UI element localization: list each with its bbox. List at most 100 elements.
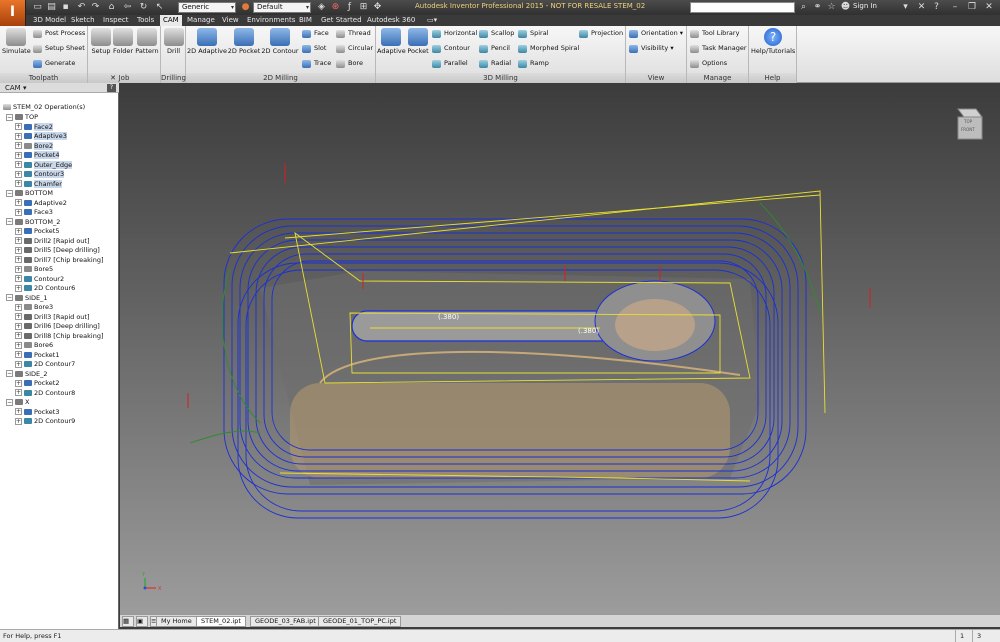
- tree-operation-item[interactable]: + Pocket5: [15, 227, 59, 236]
- appearance-combo[interactable]: Generic ▾: [178, 2, 236, 13]
- doc-tab-my-home[interactable]: My Home: [156, 616, 197, 627]
- zoom-icon[interactable]: ⊛: [330, 2, 341, 13]
- tree-operation-item[interactable]: + Contour3: [15, 170, 65, 179]
- expand-icon[interactable]: +: [15, 246, 22, 254]
- help-icon[interactable]: ?: [931, 2, 942, 13]
- measure-icon[interactable]: ◈: [316, 2, 327, 13]
- tile-icon[interactable]: ▦: [122, 616, 134, 627]
- tab-tools[interactable]: Tools: [134, 15, 157, 26]
- tab-get-started[interactable]: Get Started: [318, 15, 365, 26]
- tree-operation-item[interactable]: + Drill3 [Rapid out]: [15, 313, 90, 322]
- tab-autodesk-360[interactable]: Autodesk 360: [364, 15, 418, 26]
- doc-tab-stem-02[interactable]: STEM_02.ipt: [196, 616, 246, 627]
- contour-button[interactable]: Contour: [432, 43, 470, 54]
- update-icon[interactable]: ↻: [138, 2, 149, 13]
- tree-operation-item[interactable]: +2D Contour6: [15, 284, 75, 293]
- drill-button[interactable]: Drill: [163, 28, 184, 55]
- projection-button[interactable]: Projection: [579, 28, 623, 39]
- return-icon[interactable]: ⇦: [122, 2, 133, 13]
- parallel-button[interactable]: Parallel: [432, 58, 468, 69]
- expand-icon[interactable]: +: [15, 303, 22, 311]
- exchange-icon[interactable]: ✕: [916, 2, 927, 13]
- favorite-icon[interactable]: ☆: [826, 2, 837, 13]
- search-icon[interactable]: ⌕: [798, 2, 809, 13]
- pencil-button[interactable]: Pencil: [479, 43, 510, 54]
- visibility-button[interactable]: Visibility ▾: [629, 43, 674, 54]
- collapse-icon[interactable]: −: [6, 218, 13, 225]
- sign-in-link[interactable]: Sign In: [853, 2, 877, 10]
- browser-header[interactable]: CAM ▾?: [0, 83, 119, 93]
- select-icon[interactable]: ↖: [154, 2, 165, 13]
- tree-operation-item[interactable]: +2D Contour8: [15, 389, 75, 398]
- close-icon[interactable]: ✕: [110, 74, 116, 82]
- tab-cam[interactable]: CAM: [160, 15, 182, 26]
- bore-button[interactable]: Bore: [336, 58, 363, 69]
- 2d-contour-button[interactable]: 2D Contour: [261, 28, 299, 55]
- orbit-icon[interactable]: ✥: [372, 2, 383, 13]
- tree-setup-item[interactable]: − SIDE_1: [6, 294, 48, 303]
- tree-setup-item[interactable]: − X: [6, 398, 29, 407]
- tree-operation-item[interactable]: + Bore5: [15, 265, 53, 274]
- cascade-icon[interactable]: ▣: [136, 616, 148, 627]
- simulate-button[interactable]: Simulate: [2, 28, 31, 55]
- expand-icon[interactable]: +: [15, 132, 22, 140]
- tree-setup-item[interactable]: − TOP: [6, 113, 38, 122]
- pattern-button[interactable]: Pattern: [134, 28, 160, 55]
- tool-library-button[interactable]: Tool Library: [690, 28, 739, 39]
- tree-operation-item[interactable]: + Drill5 [Deep drilling]: [15, 246, 100, 255]
- doc-tab-geode-01[interactable]: GEODE_01_TOP_PC.ipt: [318, 616, 402, 627]
- panel-toggle-icon[interactable]: ▭▾: [424, 15, 440, 26]
- setup-sheet-button[interactable]: Setup Sheet: [33, 43, 85, 54]
- search-input[interactable]: [690, 2, 795, 13]
- tree-operation-item[interactable]: + Bore6: [15, 341, 53, 350]
- tree-operation-item[interactable]: +2D Contour7: [15, 360, 75, 369]
- collapse-icon[interactable]: −: [6, 398, 13, 406]
- tree-operation-item[interactable]: + Drill8 [Chip breaking]: [15, 332, 103, 341]
- expand-icon[interactable]: +: [15, 170, 22, 178]
- user-icon[interactable]: ☻: [840, 2, 851, 13]
- orientation-button[interactable]: Orientation ▾: [629, 28, 683, 39]
- tab-view[interactable]: View: [219, 15, 242, 26]
- tree-operation-item[interactable]: + Drill7 [Chip breaking]: [15, 256, 103, 265]
- tab-3d-model[interactable]: 3D Model: [30, 15, 69, 26]
- open-icon[interactable]: ▤: [46, 2, 57, 13]
- tree-operation-item[interactable]: + Bore3: [15, 303, 53, 312]
- tree-operation-item[interactable]: + Chamfer: [15, 179, 62, 189]
- home-icon[interactable]: ⌂: [106, 2, 117, 13]
- tab-manage[interactable]: Manage: [184, 15, 218, 26]
- spiral-button[interactable]: Spiral: [518, 28, 549, 39]
- collapse-icon[interactable]: −: [6, 294, 13, 301]
- expand-icon[interactable]: +: [15, 237, 22, 244]
- help-tutorials-button[interactable]: ? Help/Tutorials: [751, 28, 795, 55]
- expand-icon[interactable]: +: [15, 351, 22, 358]
- toolpath-canvas[interactable]: (.380) (.380) TOP FRONT X Y: [120, 83, 1000, 614]
- doc-tab-geode-03[interactable]: GEODE_03_FAB.ipt: [250, 616, 321, 627]
- expand-icon[interactable]: +: [15, 151, 22, 159]
- task-manager-button[interactable]: Task Manager: [690, 43, 747, 54]
- binoculars-icon[interactable]: ⚭: [812, 2, 823, 13]
- 2d-pocket-button[interactable]: 2D Pocket: [227, 28, 261, 55]
- expand-icon[interactable]: +: [15, 275, 22, 282]
- tab-bim[interactable]: BIM: [296, 15, 315, 26]
- horizontal-button[interactable]: Horizontal: [432, 28, 477, 39]
- 2d-adaptive-button[interactable]: 2D Adaptive: [187, 28, 227, 55]
- expand-icon[interactable]: +: [15, 389, 22, 396]
- pocket-button[interactable]: Pocket: [405, 28, 431, 55]
- folder-button[interactable]: Folder: [112, 28, 134, 55]
- ramp-button[interactable]: Ramp: [518, 58, 549, 69]
- expand-icon[interactable]: +: [15, 208, 22, 216]
- expand-icon[interactable]: +: [15, 123, 22, 130]
- morphed-spiral-button[interactable]: Morphed Spiral: [518, 43, 579, 54]
- expand-icon[interactable]: +: [15, 322, 22, 330]
- browser-help-button[interactable]: ?: [107, 84, 116, 92]
- tree-operation-item[interactable]: + Adaptive2: [15, 199, 67, 208]
- expand-icon[interactable]: +: [15, 341, 22, 349]
- minimize-icon[interactable]: –: [947, 0, 963, 14]
- radial-button[interactable]: Radial: [479, 58, 511, 69]
- function-icon[interactable]: ƒ: [344, 2, 355, 13]
- save-icon[interactable]: ▪: [60, 2, 71, 13]
- circular-button[interactable]: Circular: [336, 43, 373, 54]
- collapse-icon[interactable]: −: [6, 189, 13, 197]
- expand-icon[interactable]: +: [15, 227, 22, 235]
- expand-icon[interactable]: +: [15, 332, 22, 339]
